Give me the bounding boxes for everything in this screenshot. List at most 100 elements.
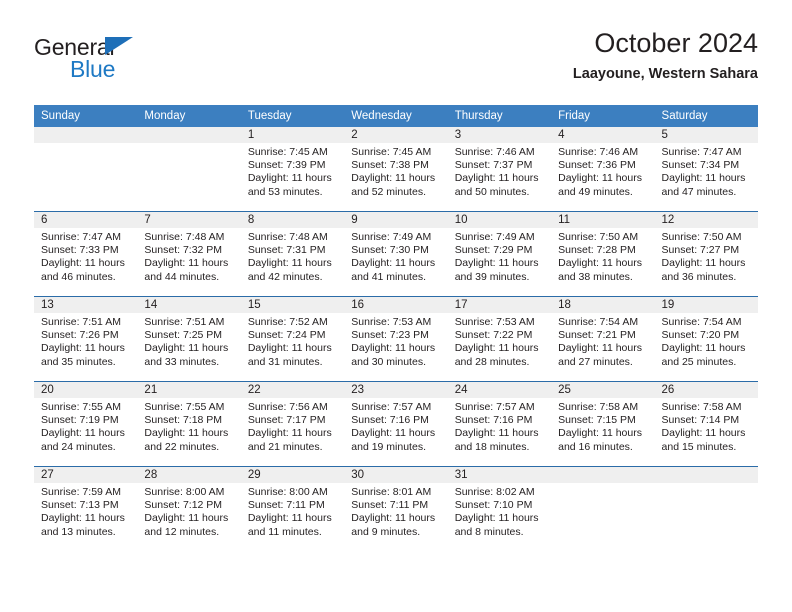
sunrise-text: Sunrise: 8:00 AM	[144, 486, 225, 498]
day-details: Sunrise: 7:57 AM Sunset: 7:16 PM Dayligh…	[448, 398, 551, 454]
day-number	[654, 467, 758, 483]
day-details: Sunrise: 7:59 AM Sunset: 7:13 PM Dayligh…	[34, 483, 137, 539]
daylight-text-line2: and 19 minutes.	[351, 440, 426, 453]
day-cell[interactable]: 24 Sunrise: 7:57 AM Sunset: 7:16 PM Dayl…	[447, 381, 552, 467]
sunrise-text: Sunrise: 7:57 AM	[454, 401, 535, 413]
day-number: 12	[654, 212, 758, 228]
daylight-text-line2: and 21 minutes.	[247, 440, 323, 453]
sunrise-text: Sunrise: 8:00 AM	[247, 486, 328, 498]
sunset-text: Sunset: 7:16 PM	[351, 414, 429, 427]
day-cell[interactable]: 4 Sunrise: 7:46 AM Sunset: 7:36 PM Dayli…	[551, 127, 655, 212]
sunset-text: Sunset: 7:29 PM	[454, 244, 533, 257]
day-cell[interactable]: 30 Sunrise: 8:01 AM Sunset: 7:11 PM Dayl…	[344, 466, 448, 551]
day-cell[interactable]	[654, 466, 758, 551]
sunrise-text: Sunrise: 7:51 AM	[41, 316, 121, 328]
day-cell[interactable]: 17 Sunrise: 7:53 AM Sunset: 7:22 PM Dayl…	[447, 296, 552, 382]
sunset-text: Sunset: 7:32 PM	[144, 244, 223, 257]
sunset-text: Sunset: 7:13 PM	[41, 499, 119, 512]
day-cell[interactable]: 13 Sunrise: 7:51 AM Sunset: 7:26 PM Dayl…	[34, 296, 138, 382]
day-number: 4	[551, 127, 655, 143]
daylight-text-line2: and 15 minutes.	[661, 440, 737, 453]
sunrise-text: Sunrise: 7:45 AM	[351, 146, 432, 158]
day-cell[interactable]	[551, 466, 655, 551]
week-row: 27 Sunrise: 7:59 AM Sunset: 7:13 PM Dayl…	[34, 466, 758, 551]
daylight-text-line1: Daylight: 11 hours	[247, 342, 332, 355]
day-cell[interactable]: 28 Sunrise: 8:00 AM Sunset: 7:12 PM Dayl…	[137, 466, 241, 551]
sunrise-text: Sunrise: 7:49 AM	[351, 231, 432, 243]
day-details: Sunrise: 7:48 AM Sunset: 7:32 PM Dayligh…	[137, 228, 240, 284]
day-cell[interactable]: 12 Sunrise: 7:50 AM Sunset: 7:27 PM Dayl…	[654, 211, 758, 297]
day-cell[interactable]: 1 Sunrise: 7:45 AM Sunset: 7:39 PM Dayli…	[240, 127, 345, 212]
day-number: 14	[137, 297, 241, 313]
sunrise-text: Sunrise: 7:49 AM	[454, 231, 535, 243]
daylight-text-line1: Daylight: 11 hours	[558, 172, 642, 185]
sunset-text: Sunset: 7:39 PM	[247, 159, 326, 172]
sunrise-text: Sunrise: 7:59 AM	[41, 486, 121, 498]
day-number: 17	[447, 297, 552, 313]
day-cell[interactable]: 10 Sunrise: 7:49 AM Sunset: 7:29 PM Dayl…	[447, 211, 552, 297]
day-number: 8	[240, 212, 345, 228]
sunrise-text: Sunrise: 7:47 AM	[661, 146, 742, 158]
day-details: Sunrise: 8:00 AM Sunset: 7:11 PM Dayligh…	[241, 483, 344, 539]
day-number: 27	[34, 467, 138, 483]
day-number: 20	[34, 382, 138, 398]
daylight-text-line2: and 41 minutes.	[351, 270, 426, 283]
day-cell[interactable]: 16 Sunrise: 7:53 AM Sunset: 7:23 PM Dayl…	[344, 296, 448, 382]
day-cell[interactable]: 7 Sunrise: 7:48 AM Sunset: 7:32 PM Dayli…	[137, 211, 241, 297]
sunrise-text: Sunrise: 7:52 AM	[247, 316, 328, 328]
day-cell[interactable]: 5 Sunrise: 7:47 AM Sunset: 7:34 PM Dayli…	[654, 127, 758, 212]
weekday-header-saturday: Saturday	[654, 105, 758, 127]
day-cell[interactable]: 18 Sunrise: 7:54 AM Sunset: 7:21 PM Dayl…	[551, 296, 655, 382]
sunrise-text: Sunrise: 7:53 AM	[454, 316, 535, 328]
daylight-text-line1: Daylight: 11 hours	[247, 257, 332, 270]
sunset-text: Sunset: 7:11 PM	[351, 499, 429, 512]
day-cell[interactable]: 21 Sunrise: 7:55 AM Sunset: 7:18 PM Dayl…	[137, 381, 241, 467]
sunset-text: Sunset: 7:12 PM	[144, 499, 223, 512]
day-number: 18	[551, 297, 655, 313]
weekday-header-tuesday: Tuesday	[240, 105, 345, 127]
day-number: 23	[344, 382, 448, 398]
day-cell[interactable]: 3 Sunrise: 7:46 AM Sunset: 7:37 PM Dayli…	[447, 127, 552, 212]
sunrise-text: Sunrise: 7:57 AM	[351, 401, 432, 413]
day-details: Sunrise: 7:48 AM Sunset: 7:31 PM Dayligh…	[241, 228, 344, 284]
day-details: Sunrise: 7:47 AM Sunset: 7:33 PM Dayligh…	[34, 228, 137, 284]
day-number: 24	[447, 382, 552, 398]
day-cell[interactable]: 9 Sunrise: 7:49 AM Sunset: 7:30 PM Dayli…	[344, 211, 448, 297]
day-cell[interactable]: 25 Sunrise: 7:58 AM Sunset: 7:15 PM Dayl…	[551, 381, 655, 467]
day-cell[interactable]: 14 Sunrise: 7:51 AM Sunset: 7:25 PM Dayl…	[137, 296, 241, 382]
day-cell[interactable]	[137, 127, 241, 212]
sunset-text: Sunset: 7:24 PM	[247, 329, 326, 342]
day-details: Sunrise: 7:52 AM Sunset: 7:24 PM Dayligh…	[241, 313, 344, 369]
day-cell[interactable]: 2 Sunrise: 7:45 AM Sunset: 7:38 PM Dayli…	[344, 127, 448, 212]
day-details: Sunrise: 8:01 AM Sunset: 7:11 PM Dayligh…	[344, 483, 447, 539]
page-title: October 2024	[594, 28, 758, 58]
day-cell[interactable]: 6 Sunrise: 7:47 AM Sunset: 7:33 PM Dayli…	[34, 211, 138, 297]
daylight-text-line2: and 12 minutes.	[144, 525, 220, 538]
daylight-text-line2: and 42 minutes.	[247, 270, 323, 283]
day-cell[interactable]: 22 Sunrise: 7:56 AM Sunset: 7:17 PM Dayl…	[240, 381, 345, 467]
daylight-text-line2: and 9 minutes.	[351, 525, 421, 538]
week-row: 1 Sunrise: 7:45 AM Sunset: 7:39 PM Dayli…	[34, 127, 758, 212]
day-cell[interactable]: 29 Sunrise: 8:00 AM Sunset: 7:11 PM Dayl…	[240, 466, 345, 551]
day-number: 1	[240, 127, 345, 143]
day-details	[34, 143, 137, 146]
day-number: 30	[344, 467, 448, 483]
day-details	[137, 143, 240, 146]
day-cell[interactable]: 26 Sunrise: 7:58 AM Sunset: 7:14 PM Dayl…	[654, 381, 758, 467]
sunrise-text: Sunrise: 7:47 AM	[41, 231, 121, 243]
daylight-text-line2: and 8 minutes.	[454, 525, 524, 538]
weekday-header-row: Sunday Monday Tuesday Wednesday Thursday…	[34, 105, 758, 127]
day-cell[interactable]: 20 Sunrise: 7:55 AM Sunset: 7:19 PM Dayl…	[34, 381, 138, 467]
day-number: 31	[447, 467, 552, 483]
day-cell[interactable]: 19 Sunrise: 7:54 AM Sunset: 7:20 PM Dayl…	[654, 296, 758, 382]
day-cell[interactable]: 8 Sunrise: 7:48 AM Sunset: 7:31 PM Dayli…	[240, 211, 345, 297]
day-cell[interactable]: 15 Sunrise: 7:52 AM Sunset: 7:24 PM Dayl…	[240, 296, 345, 382]
day-cell[interactable]: 11 Sunrise: 7:50 AM Sunset: 7:28 PM Dayl…	[551, 211, 655, 297]
day-cell[interactable]: 23 Sunrise: 7:57 AM Sunset: 7:16 PM Dayl…	[344, 381, 448, 467]
sunset-text: Sunset: 7:34 PM	[661, 159, 740, 172]
sunset-text: Sunset: 7:27 PM	[661, 244, 740, 257]
day-cell[interactable]	[34, 127, 138, 212]
day-cell[interactable]: 27 Sunrise: 7:59 AM Sunset: 7:13 PM Dayl…	[34, 466, 138, 551]
daylight-text-line1: Daylight: 11 hours	[41, 257, 125, 270]
day-cell[interactable]: 31 Sunrise: 8:02 AM Sunset: 7:10 PM Dayl…	[447, 466, 552, 551]
